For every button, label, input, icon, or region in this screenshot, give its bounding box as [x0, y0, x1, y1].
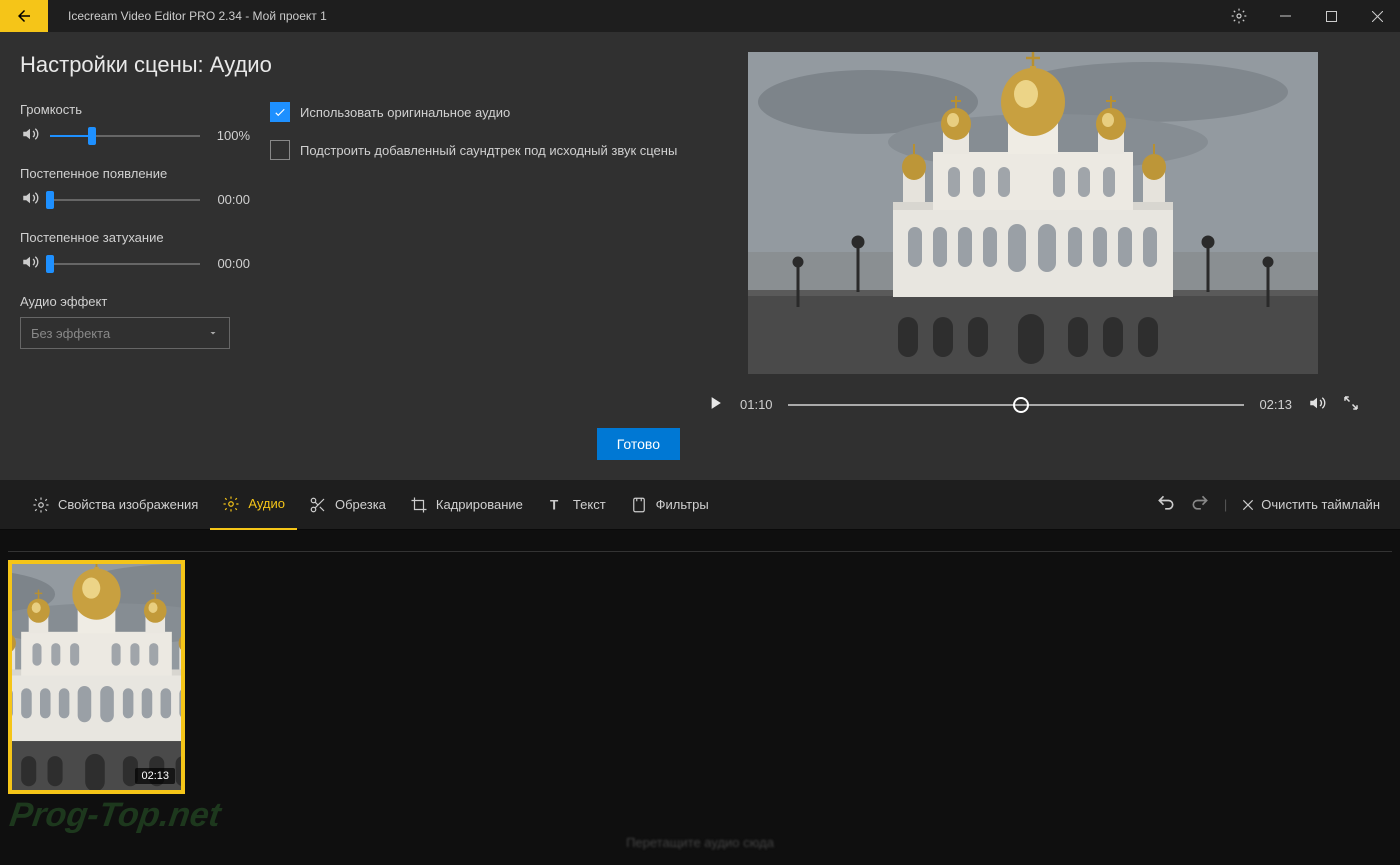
maximize-button[interactable] [1308, 0, 1354, 32]
volume-icon [20, 189, 42, 210]
current-time: 01:10 [740, 397, 773, 412]
audio-effect-select[interactable]: Без эффекта [20, 317, 230, 349]
back-button[interactable] [0, 0, 48, 32]
timeline-clip[interactable]: 02:13 [8, 560, 185, 794]
redo-button[interactable] [1190, 493, 1210, 516]
adjust-soundtrack-label: Подстроить добавленный саундтрек под исх… [300, 143, 677, 158]
close-icon [1241, 498, 1255, 512]
use-original-label: Использовать оригинальное аудио [300, 105, 510, 120]
tab-cut[interactable]: Обрезка [297, 480, 398, 530]
preview-panel: 01:10 02:13 [700, 32, 1400, 480]
player-volume-icon[interactable] [1307, 394, 1327, 415]
undo-button[interactable] [1156, 493, 1176, 516]
audio-drop-hint: Перетащите аудио сюда [626, 835, 774, 850]
settings-icon[interactable] [1216, 0, 1262, 32]
text-icon: T [547, 496, 565, 514]
total-time: 02:13 [1259, 397, 1292, 412]
fadein-label: Постепенное появление [20, 166, 250, 181]
minimize-button[interactable] [1262, 0, 1308, 32]
filters-icon [630, 496, 648, 514]
crop-icon [410, 496, 428, 514]
clear-timeline-button[interactable]: Очистить таймлайн [1241, 497, 1380, 512]
close-button[interactable] [1354, 0, 1400, 32]
timeline-ruler [8, 538, 1392, 552]
effect-label: Аудио эффект [20, 294, 250, 309]
adjust-soundtrack-checkbox[interactable] [270, 140, 290, 160]
svg-text:T: T [550, 497, 559, 512]
editor-tab-bar: Свойства изображения Аудио Обрезка Кадри… [0, 480, 1400, 530]
timeline[interactable]: 02:13 Перетащите аудио сюда Prog-Top.net [0, 530, 1400, 865]
done-button[interactable]: Готово [597, 428, 680, 460]
app-title: Icecream Video Editor PRO 2.34 - Мой про… [68, 9, 327, 23]
fadeout-label: Постепенное затухание [20, 230, 250, 245]
tab-image-properties[interactable]: Свойства изображения [20, 480, 210, 530]
panel-title: Настройки сцены: Аудио [20, 52, 680, 78]
gear-icon [32, 496, 50, 514]
volume-icon [20, 125, 42, 146]
gear-icon [222, 495, 240, 513]
titlebar: Icecream Video Editor PRO 2.34 - Мой про… [0, 0, 1400, 32]
audio-settings-panel: Настройки сцены: Аудио Громкость 100% [0, 32, 700, 480]
seek-slider[interactable] [788, 404, 1245, 406]
tab-text[interactable]: T Текст [535, 480, 618, 530]
tab-filters[interactable]: Фильтры [618, 480, 721, 530]
play-button[interactable] [705, 392, 725, 417]
volume-icon [20, 253, 42, 274]
effect-selected: Без эффекта [31, 326, 110, 341]
volume-label: Громкость [20, 102, 250, 117]
video-preview [748, 52, 1318, 374]
volume-slider[interactable] [50, 135, 200, 137]
tab-crop[interactable]: Кадрирование [398, 480, 535, 530]
chevron-down-icon [207, 327, 219, 339]
fadein-value: 00:00 [208, 192, 250, 207]
watermark: Prog-Top.net [7, 796, 223, 835]
tab-audio[interactable]: Аудио [210, 480, 297, 530]
clip-duration: 02:13 [135, 768, 175, 784]
fadeout-slider[interactable] [50, 263, 200, 265]
fullscreen-icon[interactable] [1342, 394, 1360, 415]
fadein-slider[interactable] [50, 199, 200, 201]
volume-value: 100% [208, 128, 250, 143]
scissors-icon [309, 496, 327, 514]
use-original-audio-checkbox[interactable] [270, 102, 290, 122]
fadeout-value: 00:00 [208, 256, 250, 271]
